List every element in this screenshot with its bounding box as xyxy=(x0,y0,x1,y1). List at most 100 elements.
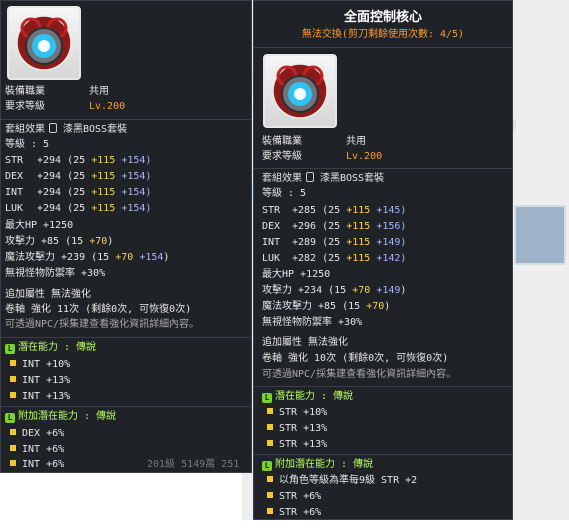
stat-name: STR xyxy=(262,205,281,216)
set-effect-row: 套組效果 漆黑BOSS套裝 xyxy=(5,123,127,137)
stat-total: +289 xyxy=(292,237,317,248)
attack-prefix: 攻擊力 +85 (15 xyxy=(5,236,84,247)
legendary-badge-icon: L xyxy=(5,413,15,423)
bonus-title-text: 附加潛在能力 : 傳說 xyxy=(275,459,374,470)
background-slot xyxy=(514,205,566,265)
stat-name: DEX xyxy=(5,171,24,182)
stat-total: +285 xyxy=(292,205,317,216)
potential-text: INT +10% xyxy=(22,359,71,370)
stat-total: +294 xyxy=(37,203,62,214)
magic-attack-suffix: ) xyxy=(163,252,170,263)
stat-purple: +142) xyxy=(376,253,407,264)
stat-base: (25 xyxy=(322,253,341,264)
potential-line: STR +13% xyxy=(262,422,327,436)
potential-title-text: 潛在能力 : 傳說 xyxy=(18,342,97,353)
bullet-icon xyxy=(10,460,16,466)
stat-base: (25 xyxy=(67,187,86,198)
bullet-icon xyxy=(267,440,273,446)
potential-title: L 潛在能力 : 傳說 xyxy=(5,341,96,355)
potential-line: STR +10% xyxy=(262,406,327,420)
item-icon xyxy=(263,54,337,128)
bonus-text: DEX +6% xyxy=(22,428,65,439)
potential-line: INT +13% xyxy=(5,374,70,388)
stat-purple: +156) xyxy=(376,221,407,232)
set-name: 漆黑BOSS套裝 xyxy=(63,124,128,135)
stat-row-dex: DEX +296 (25 +115 +156) xyxy=(262,220,406,234)
legendary-badge-icon: L xyxy=(5,344,15,354)
bonus-text: STR +6% xyxy=(279,507,322,518)
equip-job-label: 裝備職業 xyxy=(5,86,45,97)
legendary-badge-icon: L xyxy=(262,461,272,471)
attack-yellow: +70 xyxy=(352,285,371,296)
attack-yellow: +70 xyxy=(89,236,108,247)
magic-attack-prefix: 魔法攻擊力 +239 (15 xyxy=(5,252,110,263)
stat-row-luk: LUK +294 (25 +115 +154) xyxy=(5,202,151,216)
magic-attack-yellow: +70 xyxy=(115,252,134,263)
item-tooltip-right: 全面控制核心 無法交換(剪刀剩餘使用次數: 4/5) 裝備職業 共用 要求等級 … xyxy=(253,0,513,520)
item-tooltip-left: 裝備職業 共用 要求等級 Lv.200 套組效果 漆黑BOSS套裝 等級 : 5 … xyxy=(0,0,252,473)
bullet-icon xyxy=(10,376,16,382)
stat-yellow: +115 xyxy=(346,237,371,248)
stat-name: LUK xyxy=(262,253,281,264)
stat-base: (25 xyxy=(322,205,341,216)
stat-purple: +154) xyxy=(121,187,152,198)
item-subtitle: 無法交換(剪刀剩餘使用次數: 4/5) xyxy=(301,29,465,40)
stat-purple: +154) xyxy=(121,171,152,182)
bullet-icon xyxy=(267,476,273,482)
bullet-icon xyxy=(10,429,16,435)
potential-text: STR +10% xyxy=(279,407,328,418)
req-level-value: Lv.200 xyxy=(89,101,126,112)
stat-total: +296 xyxy=(292,221,317,232)
req-level-value: Lv.200 xyxy=(346,151,383,162)
divider xyxy=(254,47,512,48)
attack-prefix: 攻擊力 +234 (15 xyxy=(262,285,347,296)
stat-yellow: +115 xyxy=(346,221,371,232)
potential-line: STR +13% xyxy=(262,438,327,452)
stat-name: INT xyxy=(262,237,281,248)
potential-title: L 潛在能力 : 傳說 xyxy=(262,390,353,404)
stat-base: (25 xyxy=(67,203,86,214)
stat-row-str: STR +285 (25 +115 +145) xyxy=(262,204,406,218)
equip-job-value: 共用 xyxy=(346,136,366,147)
item-icon xyxy=(7,6,81,80)
bonus-potential-title: L 附加潛在能力 : 傳說 xyxy=(262,458,373,472)
divider xyxy=(1,337,251,338)
req-level-label: 要求等級 xyxy=(5,101,45,112)
stat-row-dex: DEX +294 (25 +115 +154) xyxy=(5,170,151,184)
set-effect-row: 套組效果 漆黑BOSS套裝 xyxy=(262,172,384,186)
stat-yellow: +115 xyxy=(91,171,116,182)
stat-total: +294 xyxy=(37,155,62,166)
stat-yellow: +115 xyxy=(91,187,116,198)
stat-yellow: +115 xyxy=(346,205,371,216)
stat-base: (25 xyxy=(322,237,341,248)
npc-note: 可透過NPC/採集建查看強化資訊詳細內容。 xyxy=(262,369,457,380)
lock-icon xyxy=(49,123,57,133)
bonus-line: STR +6% xyxy=(262,490,321,504)
scroll-line: 卷軸 強化 11次 (剩餘0次, 可恢復0次) xyxy=(5,304,192,315)
bullet-icon xyxy=(267,408,273,414)
stat-total: +282 xyxy=(292,253,317,264)
stat-name: INT xyxy=(5,187,24,198)
attack-suffix: ) xyxy=(107,236,114,247)
divider xyxy=(254,454,512,455)
lock-icon xyxy=(306,172,314,182)
magic-attack-line: 魔法攻擊力 +239 (15 +70 +154) xyxy=(5,251,169,265)
stat-row-int: INT +294 (25 +115 +154) xyxy=(5,186,151,200)
bullet-icon xyxy=(267,508,273,514)
extra-attr-line: 追加屬性 無法強化 xyxy=(262,337,349,348)
background-level-strip: 201級 5149萬 251 xyxy=(147,459,240,470)
stat-purple: +149) xyxy=(376,237,407,248)
divider xyxy=(1,406,251,407)
potential-line: INT +10% xyxy=(5,358,70,372)
potential-text: STR +13% xyxy=(279,423,328,434)
potential-text: INT +13% xyxy=(22,375,71,386)
bonus-text: INT +6% xyxy=(22,459,65,470)
set-name: 漆黑BOSS套裝 xyxy=(320,173,385,184)
level-line: 等級 : 5 xyxy=(5,139,50,150)
bullet-icon xyxy=(267,424,273,430)
equip-job-label: 裝備職業 xyxy=(262,136,302,147)
magic-attack-line: 魔法攻擊力 +85 (15 +70) xyxy=(262,300,390,314)
stat-purple: +145) xyxy=(376,205,407,216)
stat-purple: +154) xyxy=(121,203,152,214)
stat-row-int: INT +289 (25 +115 +149) xyxy=(262,236,406,250)
